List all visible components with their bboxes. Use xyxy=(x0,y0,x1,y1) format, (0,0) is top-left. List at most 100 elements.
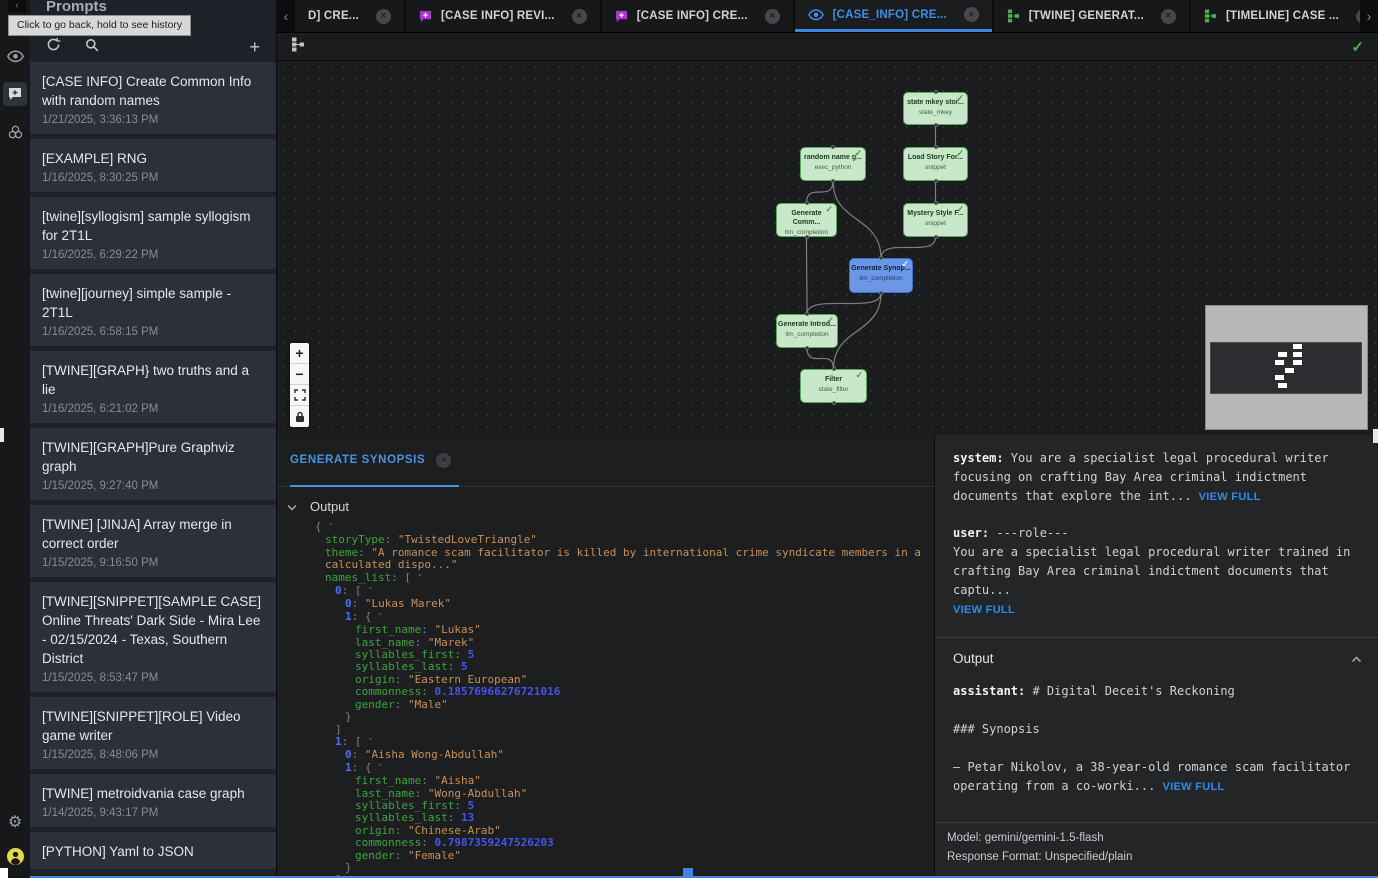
tab--timeline-case-[interactable]: [TIMELINE] CASE ...× xyxy=(1191,0,1360,32)
divider xyxy=(935,637,1378,638)
message-user: user: ---role--- You are a specialist le… xyxy=(953,524,1362,620)
gear-icon[interactable]: ⚙ xyxy=(3,810,27,834)
node-handle-top[interactable] xyxy=(934,90,938,94)
node-handle-bottom[interactable] xyxy=(934,123,938,127)
prompt-title: [PYTHON] Yaml to JSON xyxy=(42,842,264,861)
minimap[interactable] xyxy=(1205,305,1368,430)
list-item[interactable]: [CASE INFO] Create Common Info with rand… xyxy=(30,62,276,134)
tab-generate-synopsis[interactable]: GENERATE SYNOPSIS × xyxy=(290,435,459,487)
scroll-left-icon[interactable]: ‹ xyxy=(277,0,295,32)
prompts-icon[interactable] xyxy=(3,82,27,106)
close-icon[interactable]: × xyxy=(376,9,391,24)
close-icon[interactable]: × xyxy=(1161,9,1176,24)
refresh-icon[interactable] xyxy=(46,37,61,57)
graph-canvas[interactable]: ✓state mkey stor...state_mkey ✓random nam… xyxy=(277,61,1378,435)
node-handle-top[interactable] xyxy=(831,145,835,149)
prompt-timestamp: 1/16/2025, 6:58:15 PM xyxy=(42,326,264,338)
close-icon[interactable]: × xyxy=(572,9,587,24)
prompt-timestamp: 1/14/2025, 9:43:17 PM xyxy=(42,807,264,819)
node-handle-bottom[interactable] xyxy=(934,235,938,239)
json-line: names_list: [ ˅ xyxy=(277,572,934,585)
node-handle-bottom[interactable] xyxy=(934,179,938,183)
close-icon[interactable]: × xyxy=(964,7,979,22)
right-resize-handle[interactable] xyxy=(1373,429,1378,443)
graph-node[interactable]: ✓Load Story For...snippet xyxy=(903,147,968,181)
node-sublabel: exec_python xyxy=(801,164,865,171)
zoom-in-button[interactable]: + xyxy=(290,343,309,364)
list-item[interactable]: [TWINE][GRAPH]Pure Graphviz graph1/15/20… xyxy=(30,428,276,500)
minimap-node xyxy=(1275,360,1284,365)
model-info-footer: Model: gemini/gemini-1.5-flash Response … xyxy=(935,822,1378,876)
view-full-link[interactable]: VIEW FULL xyxy=(953,604,1015,616)
list-item[interactable]: [TWINE][SNIPPET][ROLE] Video game writer… xyxy=(30,697,276,769)
tab--case-info-revi-[interactable]: [CASE INFO] REVI...× xyxy=(406,0,600,32)
workflow-icon[interactable] xyxy=(3,120,27,144)
node-handle-top[interactable] xyxy=(934,201,938,205)
node-handle-bottom[interactable] xyxy=(831,179,835,183)
tab-branch-green-icon xyxy=(1204,9,1217,23)
node-handle-bottom[interactable] xyxy=(805,346,809,350)
graph-layout-icon[interactable] xyxy=(291,37,305,57)
scroll-right-icon[interactable]: › xyxy=(1360,0,1378,32)
node-handle-bottom[interactable] xyxy=(805,235,809,239)
node-handle-top[interactable] xyxy=(934,145,938,149)
tab--case-info-cre-[interactable]: [CASE INFO] CRE...× xyxy=(602,0,793,32)
lock-button[interactable] xyxy=(290,406,309,427)
tab--twine-generat-[interactable]: [TWINE] GENERAT...× xyxy=(994,0,1189,32)
close-icon[interactable]: × xyxy=(436,453,451,468)
eye-icon[interactable] xyxy=(3,44,27,68)
list-item[interactable]: [PYTHON] Yaml to JSON xyxy=(30,832,276,869)
node-check-icon: ✓ xyxy=(956,204,964,215)
node-handle-top[interactable] xyxy=(832,367,836,371)
prompts-panel: Prompts + [CASE INFO] Create Common Info… xyxy=(30,0,277,878)
graph-node[interactable]: ✓Filterstate_filter xyxy=(800,369,867,403)
list-item[interactable]: [TWINE] [JINJA] Array merge in correct o… xyxy=(30,505,276,577)
graph-node[interactable]: ✓Mystery Style F...snippet xyxy=(903,203,968,237)
add-prompt-button[interactable]: + xyxy=(249,38,260,56)
chevron-up-icon xyxy=(1351,651,1362,666)
output-section-header[interactable]: Output xyxy=(287,499,349,514)
list-item[interactable]: [EXAMPLE] RNG1/16/2025, 8:30:25 PM xyxy=(30,139,276,192)
node-check-icon: ✓ xyxy=(854,148,862,159)
list-item[interactable]: [TWINE] metroidvania case graph1/14/2025… xyxy=(30,774,276,827)
tab-d-cre-[interactable]: D] CRE...× xyxy=(295,0,404,32)
node-handle-top[interactable] xyxy=(805,201,809,205)
message-role: assistant: xyxy=(953,684,1025,698)
list-item[interactable]: [TWINE][SNIPPET][SAMPLE CASE] Online Thr… xyxy=(30,582,276,692)
view-full-link[interactable]: VIEW FULL xyxy=(1199,491,1261,503)
list-item[interactable]: [TWINE][GRAPH} two truths and a lie1/16/… xyxy=(30,351,276,423)
prompt-timestamp: 1/15/2025, 8:53:47 PM xyxy=(42,672,264,684)
json-output-viewer[interactable]: { ˅storyType: "TwistedLoveTriangle"theme… xyxy=(277,521,934,878)
messages-panel: system: You are a specialist legal proce… xyxy=(935,435,1378,878)
back-button-icon[interactable]: ‹ xyxy=(8,0,26,13)
graph-node[interactable]: ✓Generate Comm...llm_completion xyxy=(776,203,837,237)
avatar[interactable] xyxy=(3,844,27,868)
node-handle-top[interactable] xyxy=(805,312,809,316)
prompts-toolbar: + xyxy=(30,34,276,60)
list-item[interactable]: [twine][syllogism] sample syllogism for … xyxy=(30,197,276,269)
tab--case-info-cre-[interactable]: [CASE_INFO] CRE... × xyxy=(795,0,992,32)
graph-node[interactable]: ✓state mkey stor...state_mkey xyxy=(903,92,968,125)
json-line: 1: { ˅ xyxy=(277,611,934,624)
prompt-timestamp: 1/15/2025, 9:16:50 PM xyxy=(42,557,264,569)
tooltip: Click to go back, hold to see history xyxy=(8,15,191,36)
json-line: gender: "Female" xyxy=(277,850,934,862)
output-section-header[interactable]: Output xyxy=(953,651,1362,666)
node-handle-top[interactable] xyxy=(879,256,883,260)
tab-label: [CASE_INFO] CRE... xyxy=(833,9,947,21)
node-handle-bottom[interactable] xyxy=(832,401,836,405)
close-icon[interactable]: × xyxy=(765,9,780,24)
fit-view-button[interactable] xyxy=(290,385,309,406)
zoom-out-button[interactable]: − xyxy=(290,364,309,385)
graph-node[interactable]: ✓Generate Introd...llm_completion xyxy=(776,314,838,348)
graph-node[interactable]: ✓random name g...exec_python xyxy=(800,147,866,181)
list-item[interactable]: [twine][journey] simple sample - 2T1L1/1… xyxy=(30,274,276,346)
node-check-icon: ✓ xyxy=(901,259,909,270)
bottom-drag-handle[interactable] xyxy=(683,868,693,877)
left-resize-handle[interactable] xyxy=(0,428,4,442)
node-handle-bottom[interactable] xyxy=(879,291,883,295)
node-check-icon: ✓ xyxy=(855,370,863,381)
search-icon[interactable] xyxy=(85,38,99,57)
view-full-link[interactable]: VIEW FULL xyxy=(1163,781,1225,793)
graph-node[interactable]: ✓Generate Synop...llm_completion xyxy=(849,258,913,293)
